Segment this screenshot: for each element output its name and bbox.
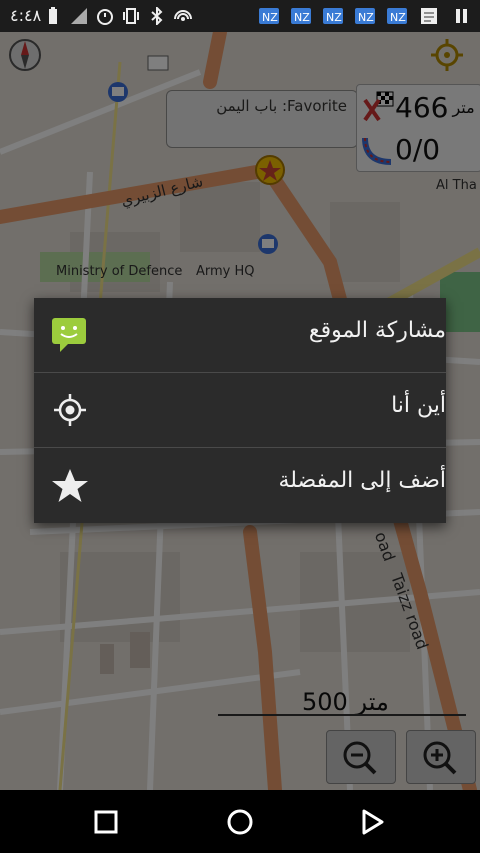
pause-icon [450, 7, 472, 25]
signal-icon [70, 7, 88, 25]
my-location-icon [50, 391, 90, 429]
status-icons-left [44, 5, 192, 27]
app-notification-icon: NZ [258, 7, 280, 25]
svg-text:NZ: NZ [262, 11, 278, 24]
app-notification-icon: NZ [386, 7, 408, 25]
hotspot-icon [174, 7, 192, 25]
home-button[interactable] [224, 806, 256, 838]
bluetooth-icon [148, 5, 166, 27]
share-message-icon [50, 316, 90, 354]
recents-button[interactable] [90, 806, 122, 838]
menu-item-label: أضف إلى المفضلة [278, 468, 446, 493]
home-icon [227, 809, 253, 835]
svg-text:NZ: NZ [294, 11, 310, 24]
recents-icon [94, 810, 118, 834]
navigation-bar [0, 790, 480, 853]
context-menu: مشاركة الموقع أين أنا أضف إلى المفضلة [34, 298, 446, 523]
battery-icon [44, 7, 62, 25]
status-icons-right: NZ NZ NZ NZ NZ [258, 7, 472, 25]
app-notification-icon: NZ [322, 7, 344, 25]
back-icon [362, 809, 384, 835]
menu-item-where-am-i[interactable]: أين أنا [34, 373, 446, 447]
alarm-icon [96, 7, 114, 25]
menu-item-label: أين أنا [391, 393, 446, 418]
news-icon [418, 7, 440, 25]
menu-item-share-location[interactable]: مشاركة الموقع [34, 298, 446, 372]
status-time: ٤:٤٨ [10, 6, 42, 25]
status-bar: ٤:٤٨ NZ NZ NZ NZ NZ [0, 0, 480, 32]
svg-text:NZ: NZ [390, 11, 406, 24]
app-notification-icon: NZ [290, 7, 312, 25]
menu-item-label: مشاركة الموقع [308, 318, 446, 343]
svg-text:NZ: NZ [358, 11, 374, 24]
svg-text:NZ: NZ [326, 11, 342, 24]
back-button[interactable] [356, 806, 388, 838]
star-icon [50, 466, 90, 504]
menu-item-add-favorite[interactable]: أضف إلى المفضلة [34, 448, 446, 522]
app-notification-icon: NZ [354, 7, 376, 25]
vibrate-icon [122, 7, 140, 25]
